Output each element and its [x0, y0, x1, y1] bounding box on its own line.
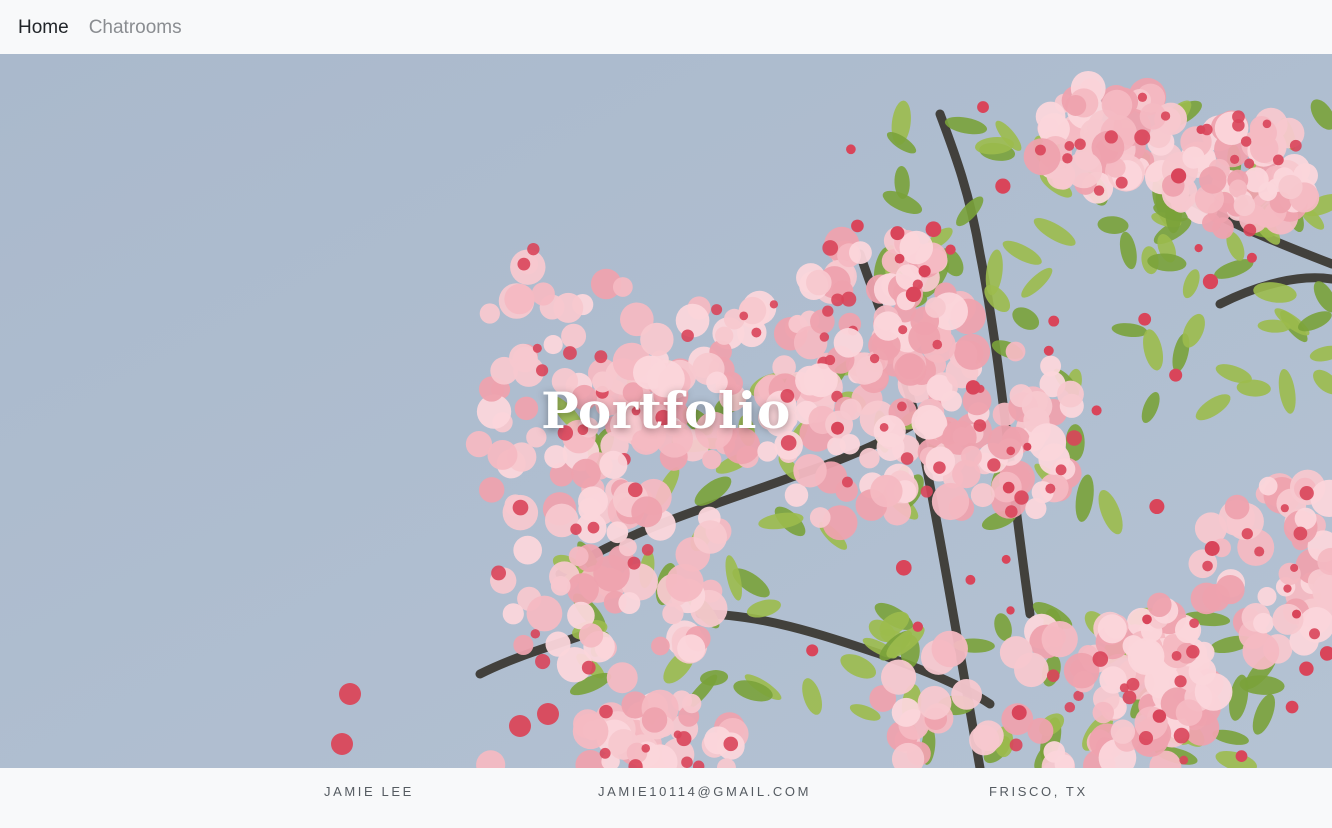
footer-name: JAMIE LEE — [324, 784, 414, 799]
footer-email[interactable]: JAMIE10114@GMAIL.COM — [598, 784, 811, 799]
hero-banner: Portfolio — [0, 54, 1332, 768]
footer-location: FRISCO, TX — [989, 784, 1088, 799]
top-navbar: Home Chatrooms — [0, 0, 1332, 54]
footer: JAMIE LEE JAMIE10114@GMAIL.COM FRISCO, T… — [0, 768, 1332, 828]
hero-title: Portfolio — [541, 381, 791, 440]
nav-link-chatrooms[interactable]: Chatrooms — [89, 18, 182, 37]
nav-link-home[interactable]: Home — [18, 18, 69, 37]
